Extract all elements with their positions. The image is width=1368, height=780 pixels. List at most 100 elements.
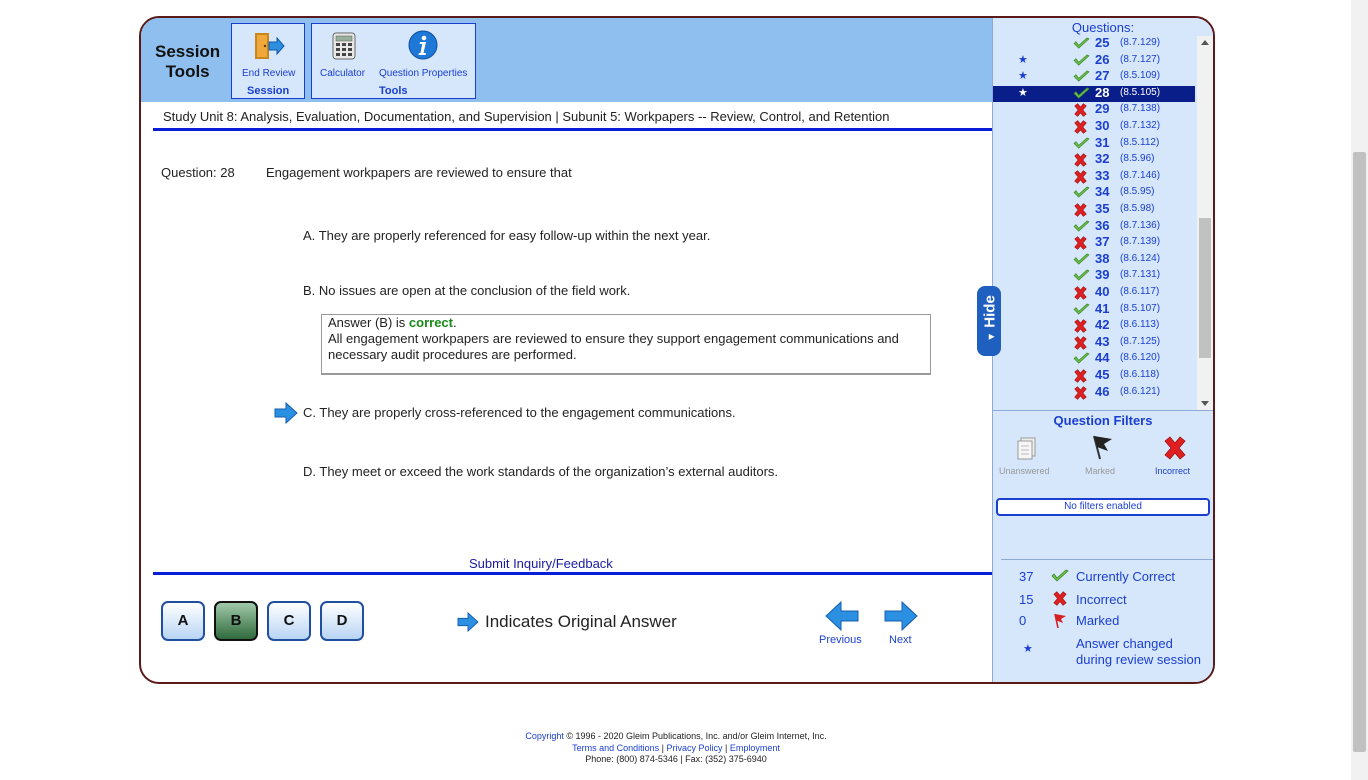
question-list-item[interactable]: 25 (8.7.129) <box>993 36 1195 52</box>
question-reference: (8.6.117) <box>1120 286 1160 297</box>
question-list-item[interactable]: ★ 27 (8.5.109) <box>993 68 1195 85</box>
question-list-item[interactable]: 45 (8.6.118) <box>993 367 1195 384</box>
question-reference: (8.7.136) <box>1120 220 1161 231</box>
question-list-item[interactable]: 38 (8.6.124) <box>993 251 1195 268</box>
question-reference: (8.5.96) <box>1120 153 1155 164</box>
question-list-item[interactable]: 42 (8.6.113) <box>993 317 1195 334</box>
employment-link[interactable]: Employment <box>730 743 780 753</box>
previous-arrow-icon <box>825 600 859 632</box>
next-button[interactable] <box>884 600 918 636</box>
question-reference: (8.7.127) <box>1120 54 1161 65</box>
page-scrollbar-thumb[interactable] <box>1353 152 1366 752</box>
question-list-item[interactable]: 43 (8.7.125) <box>993 334 1195 351</box>
question-reference: (8.6.121) <box>1120 386 1161 397</box>
calculator-icon <box>332 32 356 60</box>
tools-group-label: Tools <box>379 85 408 97</box>
question-list-item[interactable]: 30 (8.7.132) <box>993 118 1195 135</box>
submit-inquiry-link[interactable]: Submit Inquiry/Feedback <box>469 556 613 571</box>
answer-button-a[interactable]: A <box>161 601 205 641</box>
question-list-item[interactable]: ★ 26 (8.7.127) <box>993 52 1195 69</box>
hide-panel-tab[interactable]: ▼ Hide <box>977 286 1001 356</box>
question-list[interactable]: 25 (8.7.129) ★ 26 (8.7.127) ★ 27 (8.5.109) ★ 28 (8… <box>993 36 1197 410</box>
question-list-scroll-thumb[interactable] <box>1199 218 1211 358</box>
question-number: 27 <box>1095 68 1110 83</box>
question-list-item[interactable]: 40 (8.6.117) <box>993 284 1195 301</box>
question-list-item[interactable]: 34 (8.5.95) <box>993 184 1195 201</box>
answer-button-b[interactable]: B <box>214 601 258 641</box>
x-icon <box>1073 120 1089 134</box>
question-list-item[interactable]: 33 (8.7.146) <box>993 168 1195 185</box>
question-number: 35 <box>1095 201 1110 216</box>
question-list-item[interactable]: 35 (8.5.98) <box>993 201 1195 218</box>
question-list-item[interactable]: 46 (8.6.121) <box>993 384 1195 401</box>
x-icon <box>1073 103 1089 117</box>
privacy-link[interactable]: Privacy Policy <box>667 743 723 753</box>
question-number: 25 <box>1095 36 1110 50</box>
question-reference: (8.5.105) <box>1120 87 1161 98</box>
question-reference: (8.6.113) <box>1120 319 1160 330</box>
calculator-button[interactable] <box>332 32 356 65</box>
check-icon <box>1051 569 1069 588</box>
scroll-up-icon[interactable] <box>1201 40 1209 45</box>
filter-unanswered-label[interactable]: Unanswered <box>999 466 1050 476</box>
answer-button-d[interactable]: D <box>320 601 364 641</box>
copyright-link[interactable]: Copyright <box>525 731 564 741</box>
question-reference: (8.7.138) <box>1120 103 1161 114</box>
choice-d[interactable]: D. They meet or exceed the work standard… <box>303 464 778 479</box>
divider <box>1001 559 1213 560</box>
question-list-item[interactable]: 31 (8.5.112) <box>993 135 1195 152</box>
question-list-item[interactable]: 32 (8.5.96) <box>993 151 1195 168</box>
question-number: 36 <box>1095 218 1110 233</box>
question-number: 39 <box>1095 267 1110 282</box>
scroll-down-icon[interactable] <box>1201 401 1209 406</box>
question-reference: (8.7.131) <box>1120 269 1161 280</box>
marked-count: 0 <box>1019 613 1027 628</box>
end-review-button[interactable] <box>253 31 285 66</box>
answer-changed-star: ★ <box>1018 87 1028 99</box>
filter-incorrect-button[interactable] <box>1162 436 1188 465</box>
question-list-item[interactable]: 44 (8.6.120) <box>993 350 1195 367</box>
correct-count: 37 <box>1019 569 1034 584</box>
check-icon <box>1073 137 1090 151</box>
question-list-item[interactable]: 36 (8.7.136) <box>993 218 1195 235</box>
question-properties-label[interactable]: Question Properties <box>379 68 467 79</box>
x-icon <box>1052 591 1068 611</box>
filter-marked-label[interactable]: Marked <box>1085 466 1115 476</box>
previous-label[interactable]: Previous <box>819 634 862 646</box>
hide-label: Hide <box>981 295 999 328</box>
question-navigator-panel: Questions: 25 (8.7.129) ★ 26 (8.7.127) ★ 27 (8.… <box>992 18 1213 682</box>
question-reference: (8.6.118) <box>1120 369 1160 380</box>
check-icon <box>1073 220 1090 234</box>
calculator-label[interactable]: Calculator <box>320 68 365 79</box>
question-list-item[interactable]: 39 (8.7.131) <box>993 267 1195 284</box>
filter-incorrect-label[interactable]: Incorrect <box>1155 466 1190 476</box>
answer-button-c[interactable]: C <box>267 601 311 641</box>
review-session-frame: Session Tools End Review Session Calcula… <box>139 16 1215 684</box>
question-list-item[interactable]: ★ 28 (8.5.105) <box>993 85 1195 102</box>
question-number: 33 <box>1095 168 1110 183</box>
original-answer-arrow-icon <box>457 611 479 633</box>
session-group-label: Session <box>247 85 290 97</box>
choice-b[interactable]: B. No issues are open at the conclusion … <box>303 283 630 298</box>
check-icon <box>1073 70 1090 84</box>
question-list-item[interactable]: 41 (8.5.107) <box>993 301 1195 318</box>
question-reference: (8.5.109) <box>1120 70 1161 81</box>
check-icon <box>1073 54 1090 68</box>
question-reference: (8.7.129) <box>1120 37 1161 48</box>
choice-c[interactable]: C. They are properly cross-referenced to… <box>303 405 736 420</box>
filter-unanswered-button[interactable] <box>1015 436 1041 467</box>
question-list-item[interactable]: 37 (8.7.139) <box>993 234 1195 251</box>
question-number: 43 <box>1095 334 1110 349</box>
question-properties-button[interactable] <box>408 30 438 65</box>
choice-a[interactable]: A. They are properly referenced for easy… <box>303 228 710 243</box>
chevron-down-icon: ▼ <box>986 331 998 342</box>
questions-header: Questions: <box>1071 20 1135 35</box>
previous-button[interactable] <box>825 600 859 636</box>
filter-marked-button[interactable] <box>1090 434 1114 465</box>
tools-group: Calculator Question Properties Tools <box>311 23 476 99</box>
terms-link[interactable]: Terms and Conditions <box>572 743 659 753</box>
check-icon <box>1073 303 1090 317</box>
question-list-item[interactable]: 29 (8.7.138) <box>993 101 1195 118</box>
next-label[interactable]: Next <box>889 634 912 646</box>
end-review-label[interactable]: End Review <box>242 68 295 79</box>
